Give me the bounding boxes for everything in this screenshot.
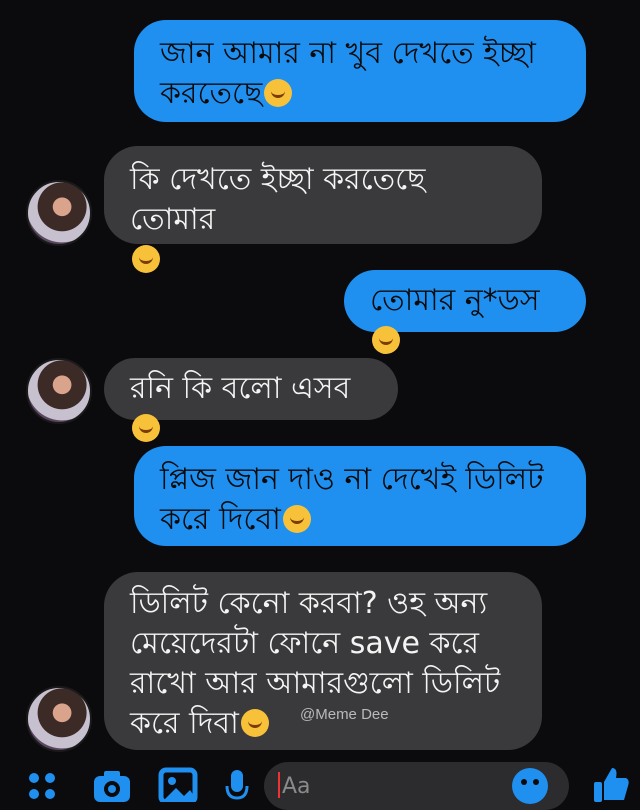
eye-roll-emoji-icon [132, 245, 160, 273]
message-bubble-outgoing[interactable]: জান আমার না খুব দেখতে ইচ্ছা করতেছে [134, 20, 586, 122]
crying-emoji-icon [282, 505, 311, 533]
message-text: তোমার নু*ডস [370, 283, 540, 318]
message-text: জান আমার না খুব দেখতে ইচ্ছা করতেছে [160, 36, 536, 111]
message-bubble-incoming[interactable]: রনি কি বলো এসব [104, 358, 398, 442]
text-cursor [278, 772, 280, 798]
message-text: কি দেখতে ইচ্ছা করতেছে তোমার [130, 162, 426, 237]
message-text: প্লিজ জান দাও না দেখেই ডিলিট করে দিবো [160, 462, 544, 537]
microphone-icon[interactable] [222, 766, 258, 802]
contact-avatar[interactable] [26, 180, 92, 246]
message-bubble-outgoing[interactable]: প্লিজ জান দাও না দেখেই ডিলিট করে দিবো [134, 446, 586, 546]
angry-emoji-icon [132, 414, 160, 442]
camera-icon[interactable] [92, 766, 130, 802]
kissing-heart-emoji-icon [264, 79, 293, 107]
contact-avatar[interactable] [26, 686, 92, 752]
gallery-icon[interactable] [158, 766, 198, 805]
message-input[interactable]: Aa [264, 762, 569, 810]
like-icon[interactable] [590, 766, 629, 802]
message-bubble-outgoing[interactable]: তোমার নু*ডস [344, 270, 586, 354]
message-input-placeholder: Aa [282, 774, 311, 799]
emoji-icon[interactable] [510, 764, 550, 808]
menu-dots-icon[interactable] [24, 766, 60, 802]
worried-emoji-icon [240, 709, 269, 737]
contact-avatar[interactable] [26, 358, 92, 424]
hearts-face-emoji-icon [372, 326, 400, 354]
message-bubble-incoming[interactable]: কি দেখতে ইচ্ছা করতেছে তোমার [104, 146, 542, 273]
message-text: রনি কি বলো এসব [130, 371, 351, 406]
watermark-text: @Meme Dee [300, 706, 389, 723]
message-bubble-incoming[interactable]: ডিলিট কেনো করবা? ওহ অন্য মেয়েদেরটা ফোনে… [104, 572, 542, 750]
